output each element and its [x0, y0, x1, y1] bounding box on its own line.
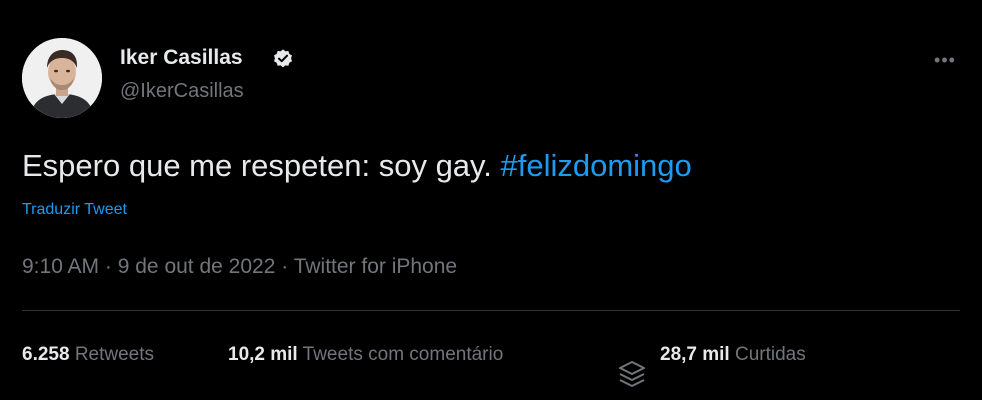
divider [22, 310, 960, 311]
tweet-source[interactable]: Twitter for iPhone [294, 255, 457, 278]
likes-stat[interactable]: 28,7 mil Curtidas [660, 342, 806, 368]
likes-label: Curtidas [735, 344, 806, 365]
translate-tweet-link[interactable]: Traduzir Tweet [22, 199, 127, 221]
tweet-body: Espero que me respeten: soy gay. [22, 148, 501, 183]
more-horizontal-icon: ••• [934, 50, 956, 70]
likes-count: 28,7 mil [660, 344, 730, 365]
author-handle[interactable]: @IkerCasillas [120, 78, 244, 104]
meta-separator: · [275, 255, 294, 278]
hashtag-link[interactable]: #felizdomingo [500, 148, 691, 183]
retweets-count: 6.258 [22, 344, 70, 365]
retweets-label: Retweets [74, 344, 155, 365]
meta-separator: · [99, 255, 118, 278]
tweet-time[interactable]: 9:10 AM [22, 255, 99, 278]
tweet-meta: 9:10 AM · 9 de out de 2022 · Twitter for… [22, 253, 457, 281]
retweets-stat[interactable]: 6.258 Retweets [22, 342, 154, 368]
more-options-button[interactable]: ••• [928, 50, 962, 70]
avatar-image [22, 38, 102, 118]
quote-tweets-stat[interactable]: 10,2 mil Tweets com comentário [228, 342, 503, 368]
tweet-text: Espero que me respeten: soy gay. #felizd… [22, 146, 692, 186]
quote-tweets-label: Tweets com comentário [302, 344, 504, 365]
verified-badge-icon [274, 49, 292, 68]
avatar[interactable] [22, 38, 102, 118]
tweet-date[interactable]: 9 de out de 2022 [118, 255, 276, 278]
layers-icon [619, 361, 645, 387]
quote-tweets-count: 10,2 mil [228, 344, 298, 365]
author-display-name[interactable]: Iker Casillas [120, 44, 243, 72]
